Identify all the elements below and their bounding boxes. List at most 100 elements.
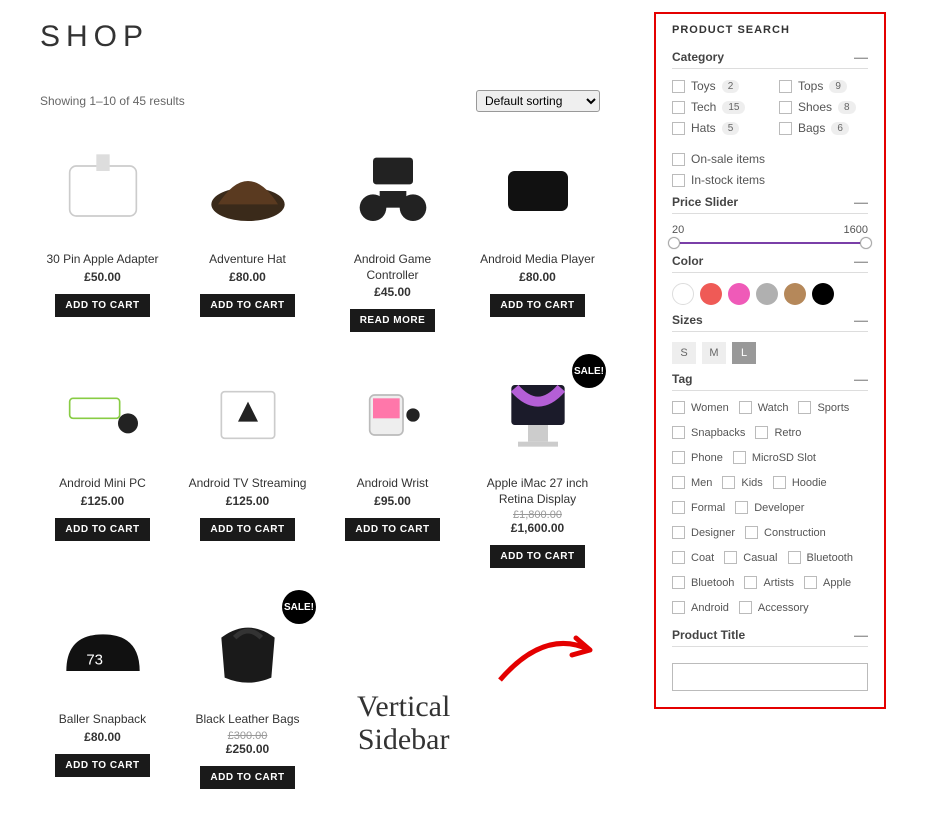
checkbox-icon[interactable] bbox=[672, 551, 685, 564]
checkbox-icon[interactable] bbox=[672, 451, 685, 464]
checkbox-row[interactable]: Coat bbox=[672, 551, 714, 564]
product-card[interactable]: Android Wrist£95.00ADD TO CART bbox=[330, 360, 455, 568]
product-card[interactable]: Adventure Hat£80.00ADD TO CART bbox=[185, 136, 310, 332]
checkbox-icon[interactable] bbox=[739, 401, 752, 414]
checkbox-icon[interactable] bbox=[733, 451, 746, 464]
read-more-button[interactable]: READ MORE bbox=[350, 309, 436, 332]
color-swatch[interactable] bbox=[728, 283, 750, 305]
checkbox-icon[interactable] bbox=[672, 122, 685, 135]
checkbox-icon[interactable] bbox=[779, 122, 792, 135]
product-image[interactable] bbox=[193, 136, 303, 246]
product-title[interactable]: Android TV Streaming bbox=[189, 476, 307, 492]
product-card[interactable]: Android Game Controller£45.00READ MORE bbox=[330, 136, 455, 332]
product-title[interactable]: Android Game Controller bbox=[330, 252, 455, 283]
checkbox-icon[interactable] bbox=[672, 80, 685, 93]
add-to-cart-button[interactable]: ADD TO CART bbox=[55, 518, 149, 541]
slider-thumb-min[interactable] bbox=[668, 237, 680, 249]
checkbox-row[interactable]: Bluetooh bbox=[672, 576, 734, 589]
price-slider[interactable] bbox=[672, 242, 868, 244]
product-card[interactable]: Android Media Player£80.00ADD TO CART bbox=[475, 136, 600, 332]
checkbox-row[interactable]: Retro bbox=[755, 426, 801, 439]
checkbox-icon[interactable] bbox=[672, 426, 685, 439]
checkbox-row[interactable]: Toys2 bbox=[672, 79, 761, 93]
checkbox-row[interactable]: Snapbacks bbox=[672, 426, 745, 439]
product-image[interactable] bbox=[193, 360, 303, 470]
color-swatch[interactable] bbox=[812, 283, 834, 305]
product-title[interactable]: Apple iMac 27 inch Retina Display bbox=[475, 476, 600, 507]
checkbox-row[interactable]: Kids bbox=[722, 476, 762, 489]
checkbox-icon[interactable] bbox=[798, 401, 811, 414]
collapse-icon[interactable]: — bbox=[854, 197, 868, 207]
product-card[interactable]: Android Mini PC£125.00ADD TO CART bbox=[40, 360, 165, 568]
checkbox-icon[interactable] bbox=[672, 576, 685, 589]
checkbox-icon[interactable] bbox=[672, 476, 685, 489]
checkbox-row[interactable]: Construction bbox=[745, 526, 826, 539]
checkbox-icon[interactable] bbox=[744, 576, 757, 589]
checkbox-icon[interactable] bbox=[672, 401, 685, 414]
checkbox-icon[interactable] bbox=[739, 601, 752, 614]
product-card[interactable]: Android TV Streaming£125.00ADD TO CART bbox=[185, 360, 310, 568]
checkbox-icon[interactable] bbox=[773, 476, 786, 489]
checkbox-row[interactable]: MicroSD Slot bbox=[733, 451, 816, 464]
color-swatch[interactable] bbox=[784, 283, 806, 305]
add-to-cart-button[interactable]: ADD TO CART bbox=[490, 294, 584, 317]
checkbox-icon[interactable] bbox=[745, 526, 758, 539]
color-swatch[interactable] bbox=[700, 283, 722, 305]
checkbox-row[interactable]: Tech15 bbox=[672, 100, 761, 114]
checkbox-icon[interactable] bbox=[672, 174, 685, 187]
checkbox-row[interactable]: On-sale items bbox=[672, 152, 868, 166]
collapse-icon[interactable]: — bbox=[854, 630, 868, 640]
checkbox-row[interactable]: Bags6 bbox=[779, 121, 868, 135]
checkbox-row[interactable]: Men bbox=[672, 476, 712, 489]
product-title[interactable]: 30 Pin Apple Adapter bbox=[46, 252, 158, 268]
product-title[interactable]: Black Leather Bags bbox=[195, 712, 299, 728]
size-option[interactable]: M bbox=[702, 342, 726, 364]
checkbox-icon[interactable] bbox=[779, 80, 792, 93]
checkbox-row[interactable]: Watch bbox=[739, 401, 789, 414]
checkbox-icon[interactable] bbox=[722, 476, 735, 489]
color-swatch[interactable] bbox=[672, 283, 694, 305]
product-image[interactable] bbox=[483, 136, 593, 246]
checkbox-icon[interactable] bbox=[788, 551, 801, 564]
checkbox-row[interactable]: Artists bbox=[744, 576, 794, 589]
checkbox-row[interactable]: Phone bbox=[672, 451, 723, 464]
sort-select[interactable]: Default sorting bbox=[476, 90, 600, 112]
product-image[interactable] bbox=[48, 136, 158, 246]
size-option[interactable]: L bbox=[732, 342, 756, 364]
checkbox-icon[interactable] bbox=[779, 101, 792, 114]
product-image[interactable] bbox=[48, 360, 158, 470]
collapse-icon[interactable]: — bbox=[854, 374, 868, 384]
checkbox-icon[interactable] bbox=[735, 501, 748, 514]
checkbox-icon[interactable] bbox=[724, 551, 737, 564]
product-image[interactable] bbox=[338, 136, 448, 246]
checkbox-row[interactable]: Apple bbox=[804, 576, 851, 589]
checkbox-row[interactable]: Developer bbox=[735, 501, 804, 514]
product-title-input[interactable] bbox=[672, 663, 868, 691]
checkbox-row[interactable]: Designer bbox=[672, 526, 735, 539]
product-card[interactable]: SALE!Black Leather Bags£300.00£250.00ADD… bbox=[185, 596, 310, 789]
product-image[interactable]: 73 bbox=[48, 596, 158, 706]
checkbox-icon[interactable] bbox=[804, 576, 817, 589]
product-title[interactable]: Android Media Player bbox=[480, 252, 595, 268]
product-title[interactable]: Android Mini PC bbox=[59, 476, 146, 492]
checkbox-row[interactable]: Sports bbox=[798, 401, 849, 414]
checkbox-icon[interactable] bbox=[672, 153, 685, 166]
checkbox-row[interactable]: Women bbox=[672, 401, 729, 414]
checkbox-row[interactable]: Tops9 bbox=[779, 79, 868, 93]
product-card[interactable]: 30 Pin Apple Adapter£50.00ADD TO CART bbox=[40, 136, 165, 332]
checkbox-row[interactable]: Casual bbox=[724, 551, 777, 564]
checkbox-icon[interactable] bbox=[672, 501, 685, 514]
add-to-cart-button[interactable]: ADD TO CART bbox=[55, 294, 149, 317]
product-title[interactable]: Android Wrist bbox=[357, 476, 429, 492]
add-to-cart-button[interactable]: ADD TO CART bbox=[345, 518, 439, 541]
add-to-cart-button[interactable]: ADD TO CART bbox=[200, 766, 294, 789]
checkbox-row[interactable]: Formal bbox=[672, 501, 725, 514]
product-card[interactable]: 73Baller Snapback£80.00ADD TO CART bbox=[40, 596, 165, 789]
size-option[interactable]: S bbox=[672, 342, 696, 364]
checkbox-row[interactable]: Accessory bbox=[739, 601, 809, 614]
checkbox-row[interactable]: Shoes8 bbox=[779, 100, 868, 114]
checkbox-icon[interactable] bbox=[672, 101, 685, 114]
slider-thumb-max[interactable] bbox=[860, 237, 872, 249]
checkbox-row[interactable]: Hats5 bbox=[672, 121, 761, 135]
add-to-cart-button[interactable]: ADD TO CART bbox=[490, 545, 584, 568]
